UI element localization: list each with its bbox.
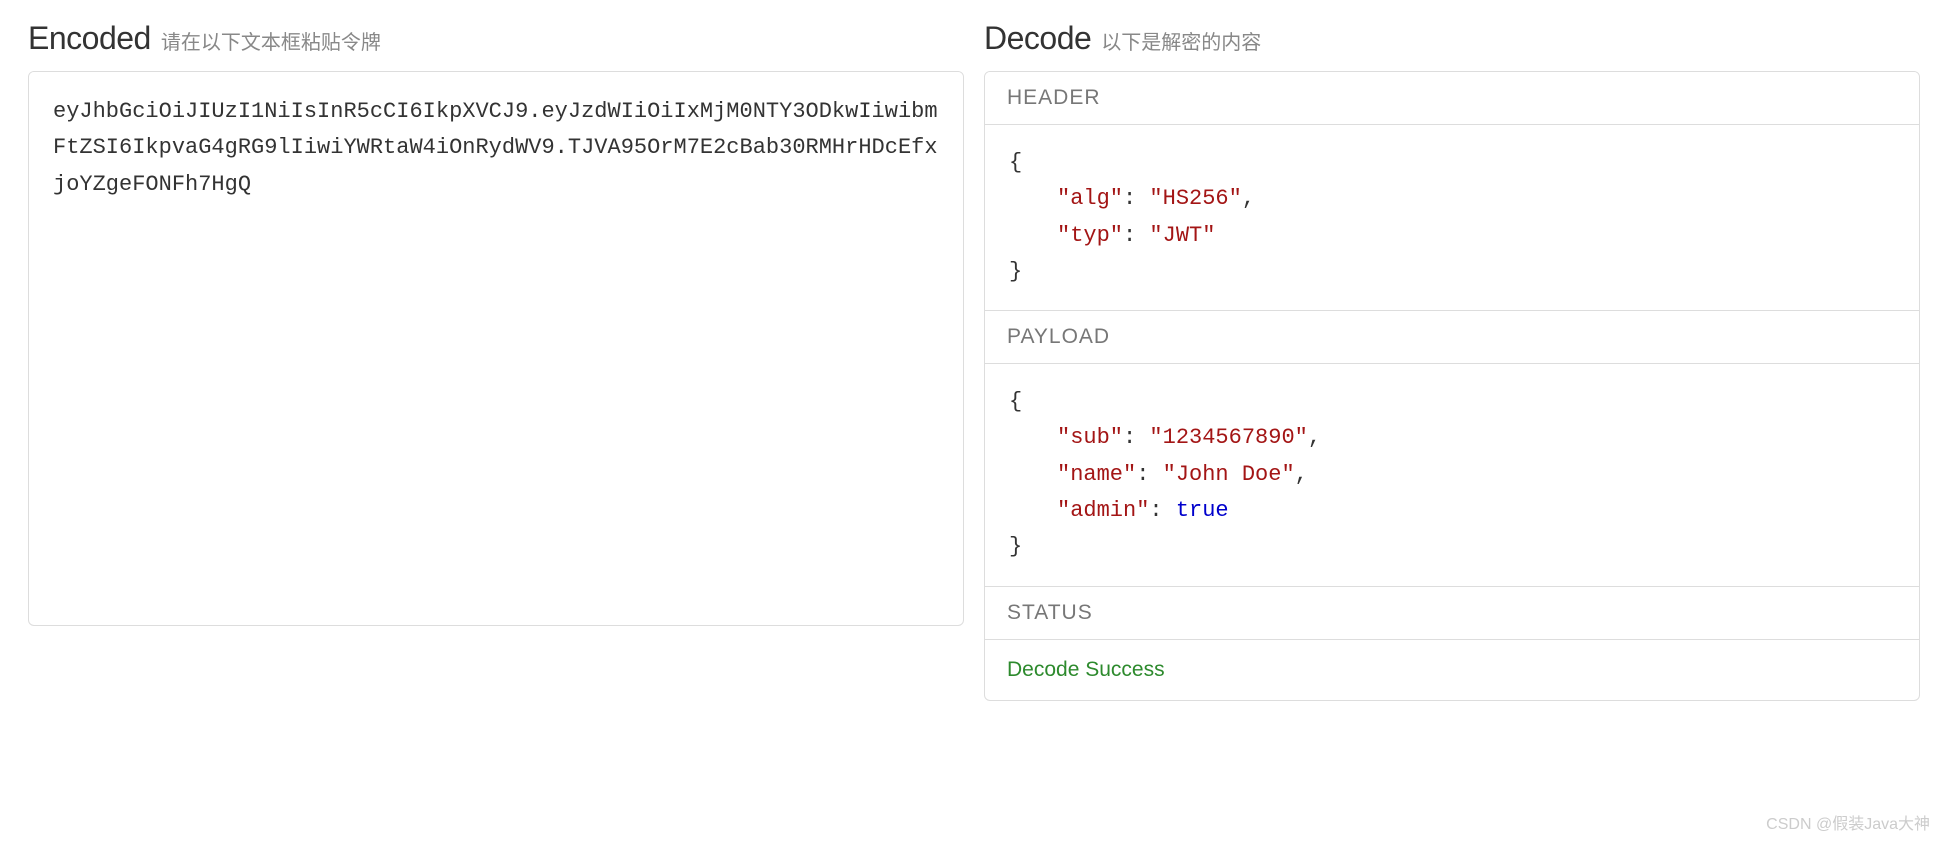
comma: , xyxy=(1308,425,1321,450)
decode-panel: HEADER { "alg": "HS256", "typ": "JWT" } … xyxy=(984,71,1920,701)
decode-subtitle: 以下是解密的内容 xyxy=(1101,26,1261,55)
json-key-typ: "typ" xyxy=(1057,223,1123,248)
colon: : xyxy=(1149,498,1175,523)
encoded-column: Encoded 请在以下文本框粘贴令牌 xyxy=(28,20,964,701)
brace-open: { xyxy=(1009,389,1022,414)
decode-header-label: HEADER xyxy=(985,72,1919,125)
encoded-token-input[interactable] xyxy=(29,72,963,620)
encoded-subtitle: 请在以下文本框粘贴令牌 xyxy=(161,26,381,55)
comma: , xyxy=(1295,462,1308,487)
comma: , xyxy=(1242,186,1255,211)
decode-status-text: Decode Success xyxy=(985,640,1919,700)
json-key-sub: "sub" xyxy=(1057,425,1123,450)
json-val-alg: "HS256" xyxy=(1149,186,1241,211)
brace-close: } xyxy=(1009,259,1022,284)
colon: : xyxy=(1123,223,1149,248)
decode-title: Decode xyxy=(984,20,1091,57)
colon: : xyxy=(1123,186,1149,211)
json-key-admin: "admin" xyxy=(1057,498,1149,523)
encoded-panel xyxy=(28,71,964,626)
json-key-alg: "alg" xyxy=(1057,186,1123,211)
decode-status-label: STATUS xyxy=(985,586,1919,640)
decode-payload-label: PAYLOAD xyxy=(985,310,1919,364)
encoded-title: Encoded xyxy=(28,20,151,57)
json-val-name: "John Doe" xyxy=(1163,462,1295,487)
json-val-admin: true xyxy=(1176,498,1229,523)
encoded-title-row: Encoded 请在以下文本框粘贴令牌 xyxy=(28,20,964,57)
brace-close: } xyxy=(1009,534,1022,559)
brace-open: { xyxy=(1009,150,1022,175)
decode-column: Decode 以下是解密的内容 HEADER { "alg": "HS256",… xyxy=(984,20,1920,701)
json-key-name: "name" xyxy=(1057,462,1136,487)
decode-header-json: { "alg": "HS256", "typ": "JWT" } xyxy=(985,125,1919,310)
decode-title-row: Decode 以下是解密的内容 xyxy=(984,20,1920,57)
decode-payload-json: { "sub": "1234567890", "name": "John Doe… xyxy=(985,364,1919,585)
colon: : xyxy=(1136,462,1162,487)
watermark: CSDN @假装Java大神 xyxy=(1766,810,1930,834)
json-val-sub: "1234567890" xyxy=(1149,425,1307,450)
json-val-typ: "JWT" xyxy=(1149,223,1215,248)
colon: : xyxy=(1123,425,1149,450)
